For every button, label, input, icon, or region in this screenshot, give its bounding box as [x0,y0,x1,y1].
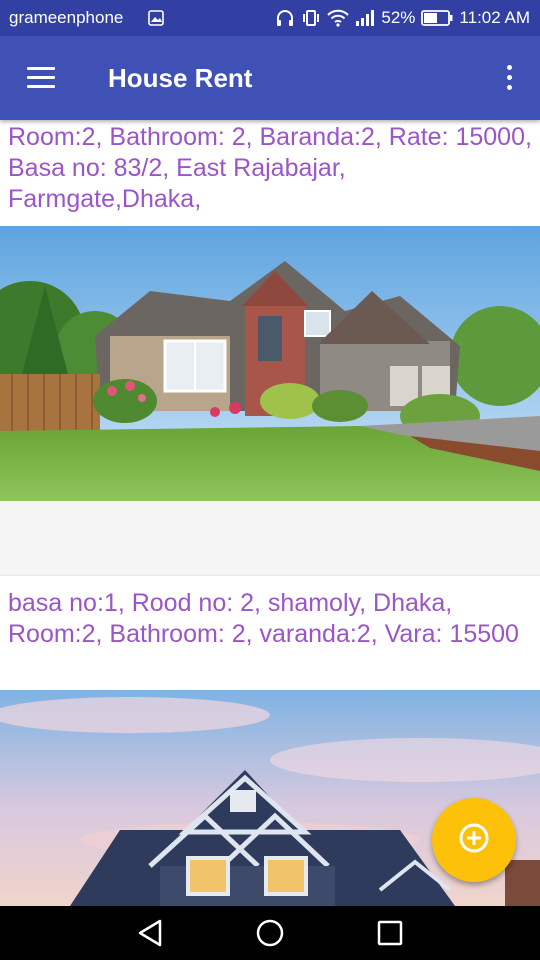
more-vert-icon[interactable] [504,64,514,92]
battery-icon [421,10,453,26]
status-bar: grameenphone 52% 11:02 AM [0,0,540,36]
signal-icon [355,9,375,27]
screenshot-notification-icon [148,10,164,26]
add-listing-button[interactable] [432,798,516,882]
battery-percent: 52% [381,8,416,27]
vibrate-icon [301,8,321,28]
app-bar: House Rent [0,36,540,120]
headphones-icon [275,8,295,28]
page-title: House Rent [108,63,253,93]
listing-list[interactable]: Room:2, Bathroom: 2, Baranda:2, Rate: 15… [0,120,540,906]
listing-photo[interactable] [0,226,540,501]
back-triangle-icon[interactable] [136,918,166,948]
add-circle-icon [458,822,490,859]
listing-description[interactable]: Room:2, Bathroom: 2, Baranda:2, Rate: 15… [0,120,540,226]
listing-description[interactable]: basa no:1, Rood no: 2, shamoly, Dhaka, R… [0,576,540,690]
home-circle-icon[interactable] [255,918,285,948]
carrier-name: grameenphone [9,8,124,27]
hamburger-menu-icon[interactable] [27,67,57,89]
system-nav-bar [0,906,540,960]
wifi-icon [327,9,350,27]
clock: 11:02 AM [459,8,530,27]
recents-square-icon[interactable] [375,918,405,948]
